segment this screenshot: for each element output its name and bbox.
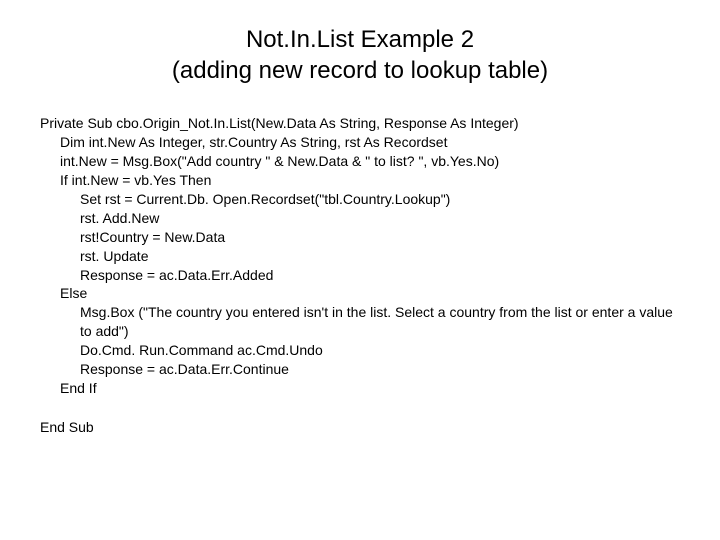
code-line: If int.New = vb.Yes Then (40, 171, 680, 190)
code-line: Dim int.New As Integer, str.Country As S… (40, 133, 680, 152)
code-line: Response = ac.Data.Err.Added (40, 266, 680, 285)
code-line: Do.Cmd. Run.Command ac.Cmd.Undo (40, 341, 680, 360)
code-line: Else (40, 284, 680, 303)
title-line-2: (adding new record to lookup table) (40, 55, 680, 86)
code-block: Private Sub cbo.Origin_Not.In.List(New.D… (40, 114, 680, 436)
code-line: Set rst = Current.Db. Open.Recordset("tb… (40, 190, 680, 209)
code-line: End Sub (40, 418, 680, 437)
code-line: rst!Country = New.Data (40, 228, 680, 247)
code-line: rst. Update (40, 247, 680, 266)
code-line: End If (40, 379, 680, 398)
code-line: Msg.Box ("The country you entered isn't … (40, 303, 680, 341)
title-line-1: Not.In.List Example 2 (40, 24, 680, 55)
slide-title: Not.In.List Example 2 (adding new record… (40, 24, 680, 86)
code-line: Private Sub cbo.Origin_Not.In.List(New.D… (40, 114, 680, 133)
code-line: Response = ac.Data.Err.Continue (40, 360, 680, 379)
code-line: rst. Add.New (40, 209, 680, 228)
code-line: int.New = Msg.Box("Add country " & New.D… (40, 152, 680, 171)
